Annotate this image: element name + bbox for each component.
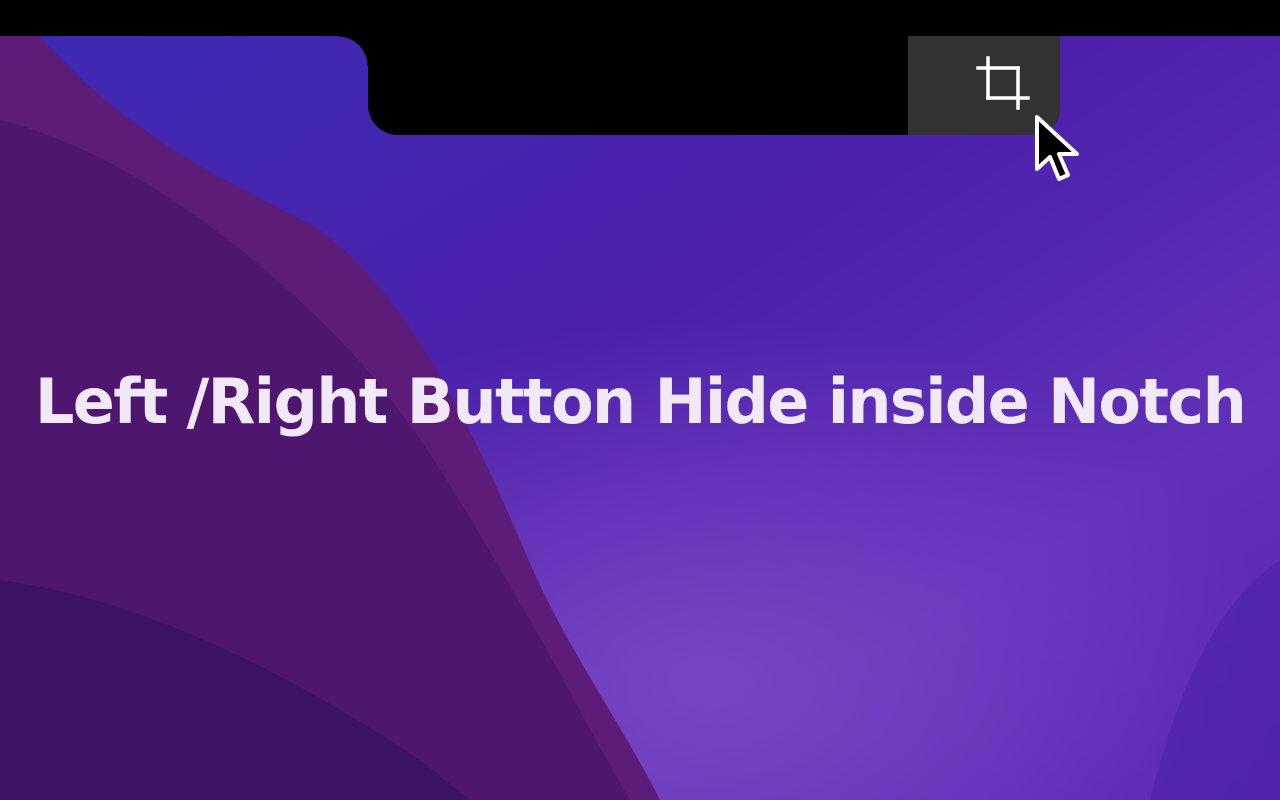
crop-icon [976, 56, 1030, 110]
headline: Left /Right Button Hide inside Notch [34, 365, 1247, 438]
arrow-cursor-icon [1035, 115, 1079, 181]
camera-notch [368, 0, 938, 135]
desktop-screen: Left /Right Button Hide inside Notch [0, 0, 1280, 800]
notch-corner [338, 36, 368, 66]
notch-button-join [908, 36, 938, 135]
